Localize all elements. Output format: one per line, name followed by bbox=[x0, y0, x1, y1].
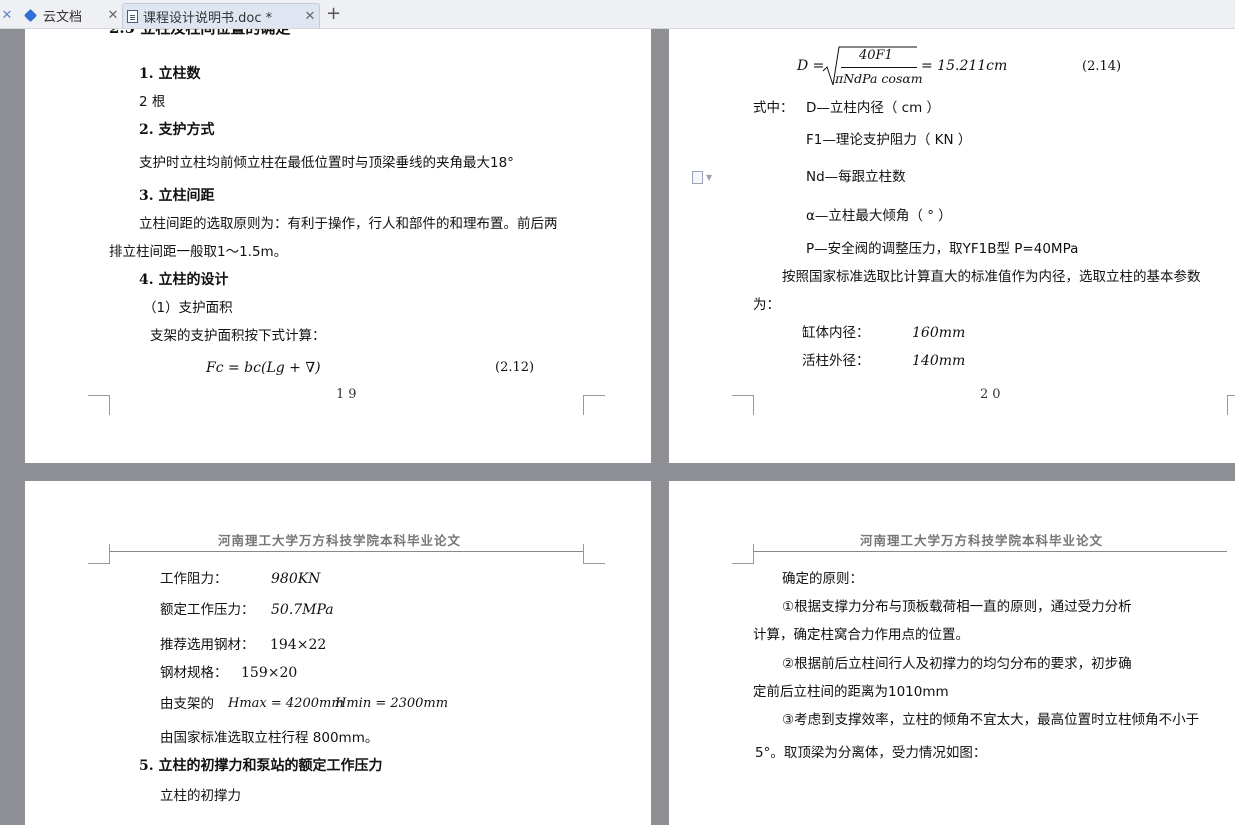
page-number: 19 bbox=[336, 387, 361, 402]
close-icon[interactable]: ✕ bbox=[301, 9, 319, 24]
close-icon[interactable]: ✕ bbox=[104, 8, 122, 23]
item-heading: 5. 立柱的初撑力和泵站的额定工作压力 bbox=[139, 758, 383, 774]
definition: P—安全阀的调整压力，取YF1B型 P=40MPa bbox=[806, 241, 1079, 257]
where-label: 式中： bbox=[753, 100, 794, 116]
corner-mark bbox=[732, 544, 754, 564]
new-tab-button[interactable]: + bbox=[326, 4, 341, 24]
paragraph-line: ③考虑到支撑效率，立柱的倾角不宜太大，最高位置时立柱倾角不小于 bbox=[782, 712, 1200, 728]
item-body: 2 根 bbox=[139, 94, 166, 110]
spec-value: 159×20 bbox=[241, 665, 298, 681]
corner-mark bbox=[88, 395, 110, 415]
tab-label: 云文档 bbox=[43, 10, 83, 25]
spec-label: 工作阻力： bbox=[160, 571, 228, 587]
header-rule bbox=[110, 551, 583, 552]
page-number: 20 bbox=[980, 387, 1005, 402]
spec-label: 额定工作压力： bbox=[160, 602, 255, 618]
page-22: 河南理工大学万方科技学院本科毕业论文 确定的原则： ①根据支撑力分布与顶板载荷相… bbox=[669, 481, 1235, 825]
corner-mark bbox=[732, 395, 754, 415]
tab-scroll-icon[interactable]: ✕ bbox=[0, 8, 14, 23]
spec-value: 140mm bbox=[912, 353, 966, 369]
page-20: D = 40F1 πNdPa cosαm = 15.211cm (2.14) 式… bbox=[669, 29, 1235, 463]
definition: α—立柱最大倾角（ ° ） bbox=[806, 208, 952, 224]
header-rule bbox=[754, 551, 1227, 552]
spec-value: 50.7MPa bbox=[271, 602, 334, 618]
item-heading: 4. 立柱的设计 bbox=[139, 272, 229, 288]
spec-label: 推荐选用钢材： bbox=[160, 637, 255, 653]
formula-number: (2.14) bbox=[1082, 59, 1122, 74]
cloud-docs-icon bbox=[24, 9, 38, 23]
page-header: 河南理工大学万方科技学院本科毕业论文 bbox=[218, 533, 462, 548]
spec-label: 缸体内径： bbox=[802, 325, 870, 341]
page-21: 河南理工大学万方科技学院本科毕业论文 工作阻力： 980KN 额定工作压力： 5… bbox=[25, 481, 651, 825]
formula-numerator: 40F1 bbox=[859, 48, 893, 63]
paragraph-line: 确定的原则： bbox=[782, 571, 863, 587]
spec-label: 活柱外径： bbox=[802, 353, 870, 369]
paragraph-line: ①根据支撑力分布与顶板载荷相一直的原则，通过受力分析 bbox=[782, 599, 1132, 615]
paragraph-line: ②根据前后立柱间行人及初撑力的均匀分布的要求，初步确 bbox=[782, 656, 1132, 672]
hmin-value: Hmin = 2300mm bbox=[335, 696, 449, 711]
paragraph-line: 定前后立柱间的距离为1010mm bbox=[753, 684, 949, 700]
document-icon bbox=[127, 9, 138, 23]
tab-document[interactable]: 课程设计说明书.doc * ✕ bbox=[122, 3, 320, 28]
item-body: 支护时立柱均前倾立柱在最低位置时与顶梁垂线的夹角最大18° bbox=[139, 155, 514, 171]
item-body: 支架的支护面积按下式计算： bbox=[150, 328, 326, 344]
spec-label: 钢材规格： bbox=[160, 665, 228, 681]
paragraph: 为： bbox=[753, 297, 780, 313]
spec-value: 194×22 bbox=[270, 637, 327, 653]
item-subheading: 立柱的初撑力 bbox=[160, 788, 241, 804]
page-19: 2.5 立柱及柱间位置的确定 1. 立柱数 2 根 2. 支护方式 支护时立柱均… bbox=[25, 29, 651, 463]
item-subheading: （1）支护面积 bbox=[143, 300, 233, 316]
formula-rhs: = 15.211cm bbox=[921, 58, 1008, 74]
item-body: 立柱间距的选取原则为：有利于操作，行人和部件的和理布置。前后两 bbox=[139, 216, 558, 232]
spec-value: 160mm bbox=[912, 325, 966, 341]
item-heading: 1. 立柱数 bbox=[139, 66, 201, 82]
paragraph-line: 5°。取顶梁为分离体，受力情况如图： bbox=[755, 745, 987, 761]
page-header: 河南理工大学万方科技学院本科毕业论文 bbox=[860, 533, 1104, 548]
corner-mark bbox=[1227, 395, 1235, 415]
corner-mark bbox=[583, 395, 605, 415]
section-heading: 2.5 立柱及柱间位置的确定 bbox=[109, 29, 290, 37]
tab-label: 课程设计说明书.doc * bbox=[143, 10, 273, 26]
paragraph-line: 计算，确定柱窝合力作用点的位置。 bbox=[753, 627, 969, 643]
paragraph: 按照国家标准选取比计算直大的标准值作为内径，选取立柱的基本参数 bbox=[782, 269, 1201, 285]
stroke-text: 由国家标准选取立柱行程 800mm。 bbox=[160, 730, 379, 746]
formula-denominator: πNdPa cosαm bbox=[835, 71, 923, 86]
corner-mark bbox=[583, 544, 605, 564]
fraction-bar bbox=[841, 67, 917, 68]
tab-bar: ✕ 云文档 ✕ 课程设计说明书.doc * ✕ + bbox=[0, 0, 1235, 29]
item-body: 排立柱间距一般取1～1.5m。 bbox=[109, 244, 288, 260]
corner-mark bbox=[88, 544, 110, 564]
spec-value: 980KN bbox=[271, 571, 321, 587]
definition: F1—理论支护阻力（ KN ） bbox=[806, 132, 972, 148]
stroke-label: 由支架的 bbox=[160, 696, 214, 712]
formula: Fc = bc(Lg + ∇) bbox=[206, 360, 321, 376]
definition: Nd—每跟立柱数 bbox=[806, 169, 906, 185]
tab-cloud-docs[interactable]: ✕ 云文档 ✕ bbox=[0, 3, 122, 28]
item-heading: 2. 支护方式 bbox=[139, 122, 215, 138]
formula-number: (2.12) bbox=[495, 360, 535, 375]
document-menu-icon[interactable]: ▼ bbox=[692, 170, 722, 186]
item-heading: 3. 立柱间距 bbox=[139, 188, 215, 204]
hmax-value: Hmax = 4200mm bbox=[228, 696, 344, 711]
definition: D—立柱内径（ cm ） bbox=[806, 100, 941, 116]
